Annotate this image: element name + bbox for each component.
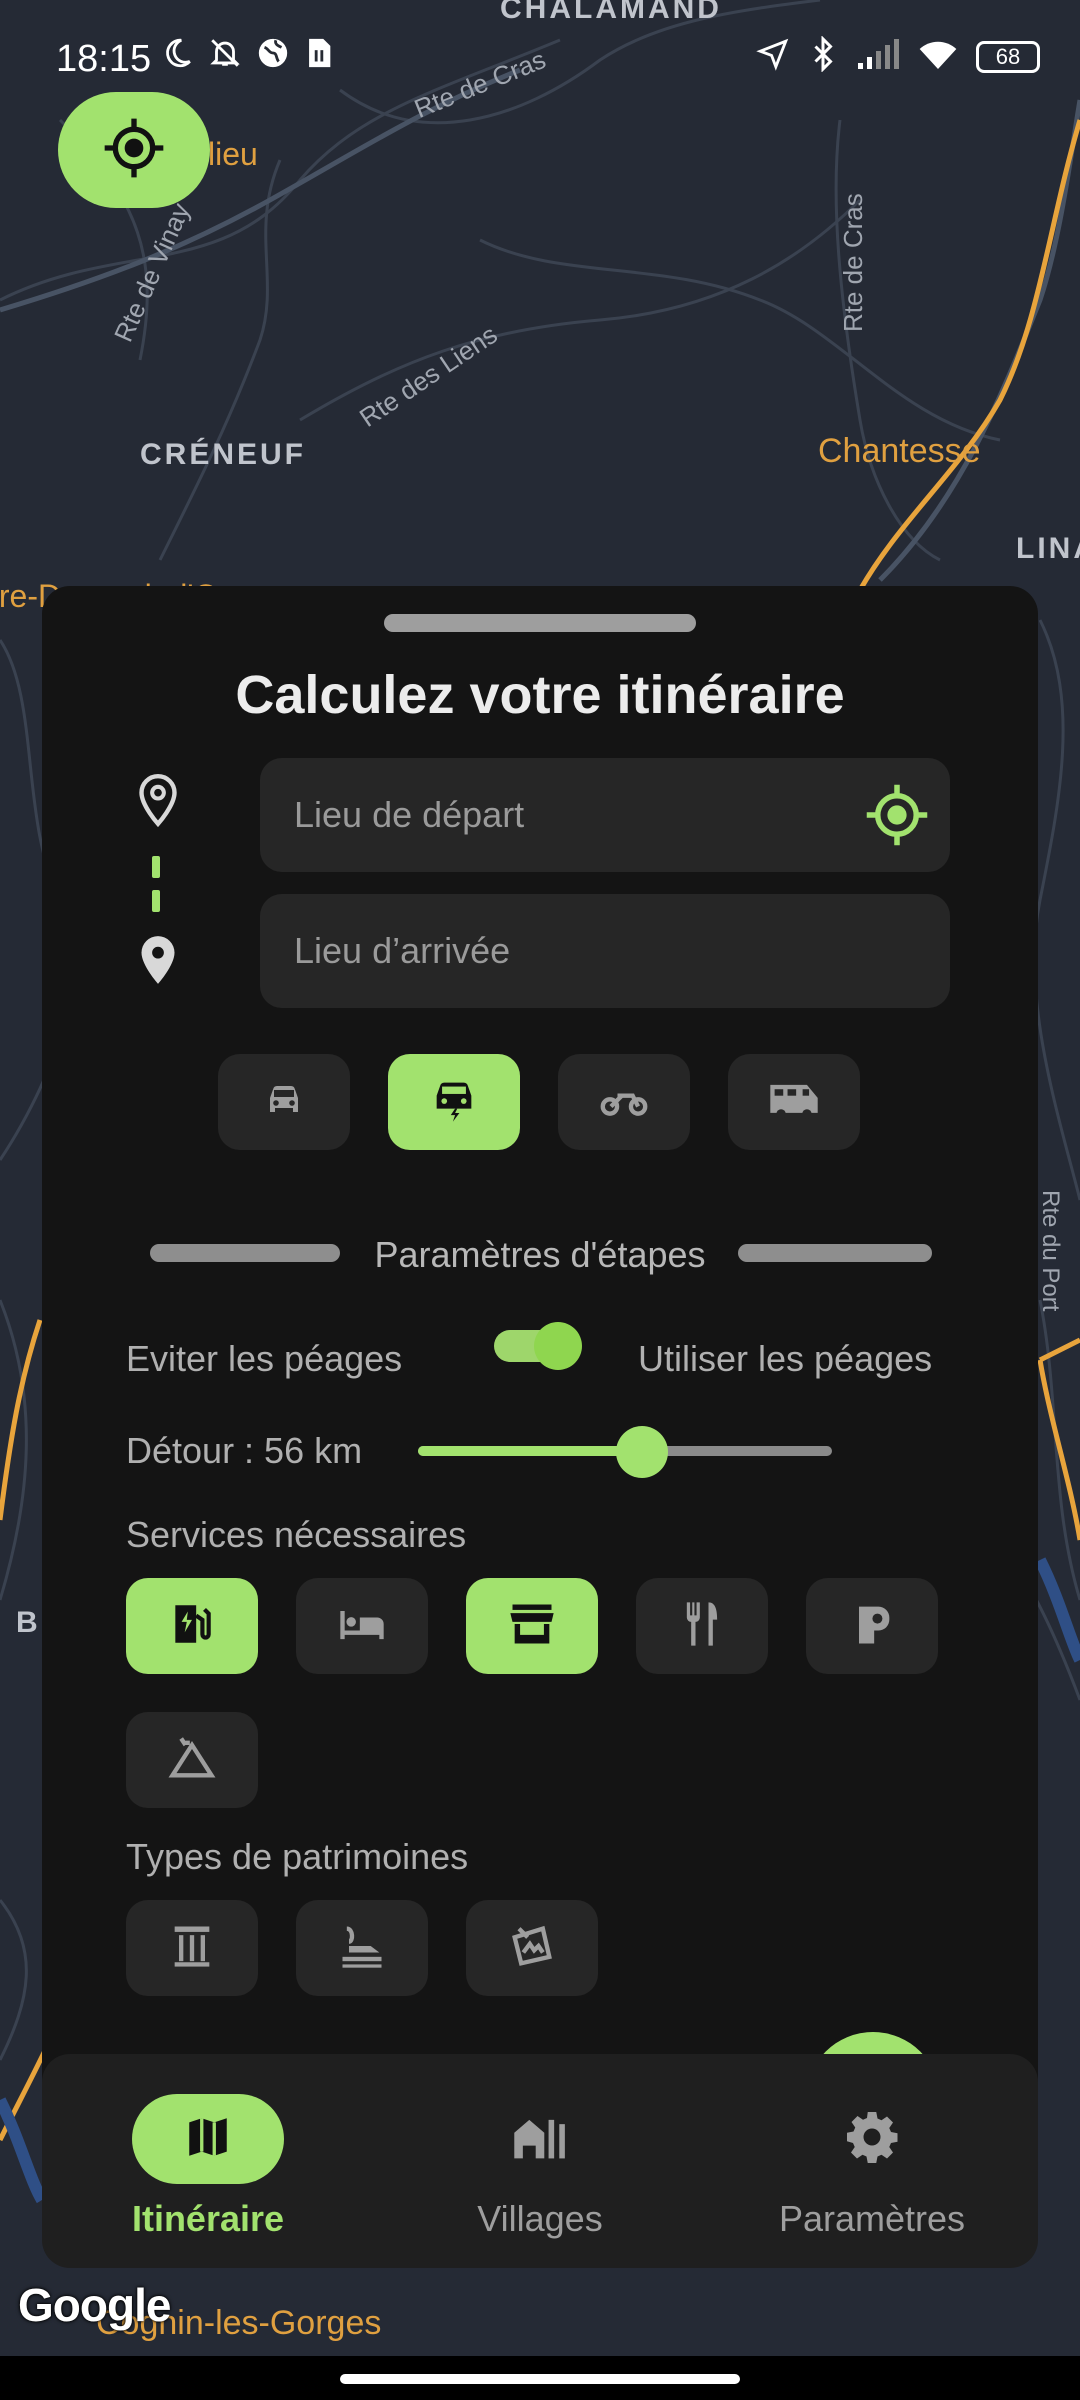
nav-settings[interactable]: Paramètres xyxy=(706,2054,1038,2268)
route-bottom-sheet: Calculez votre itinéraire Lieu de départ… xyxy=(42,586,1038,2106)
map-label-rte-du-port: Rte du Port xyxy=(1037,1190,1064,1312)
service-camping-button[interactable] xyxy=(126,1712,258,1808)
start-location-input[interactable]: Lieu de départ xyxy=(260,758,950,872)
car-icon xyxy=(260,1076,308,1129)
service-fuel-button[interactable] xyxy=(806,1578,938,1674)
map-label-rte-de-cras-2: Rte de Cras xyxy=(838,193,868,332)
nav-itinerary-indicator xyxy=(132,2094,284,2184)
map-label-b: B xyxy=(16,1606,38,1639)
detour-label: Détour : 56 km xyxy=(126,1430,363,1471)
heritage-monument-button[interactable] xyxy=(126,1900,258,1996)
vehicle-camper-van-button[interactable] xyxy=(728,1054,860,1150)
heritage-art-button[interactable] xyxy=(466,1900,598,1996)
service-restaurant-button[interactable] xyxy=(636,1578,768,1674)
nav-villages[interactable]: Villages xyxy=(374,2054,706,2268)
vehicle-electric-car-button[interactable] xyxy=(388,1054,520,1150)
sheet-title: Calculez votre itinéraire xyxy=(235,665,845,725)
nav-settings-label: Paramètres xyxy=(778,2198,966,2239)
status-time: 18:15 xyxy=(56,38,152,80)
home-gesture-bar[interactable] xyxy=(340,2374,740,2384)
toll-toggle[interactable] xyxy=(494,1322,582,1370)
gesture-navigation-area xyxy=(0,2356,1080,2400)
location-arrow-icon xyxy=(756,37,790,76)
vehicle-motorcycle-button[interactable] xyxy=(558,1054,690,1150)
village-buildings-icon xyxy=(510,2110,570,2169)
artwork-frame-icon xyxy=(506,1920,558,1977)
nav-villages-indicator xyxy=(464,2094,616,2184)
signal-icon xyxy=(856,37,900,76)
heritage-museum-button[interactable] xyxy=(296,1900,428,1996)
my-location-button[interactable] xyxy=(58,92,210,208)
nav-settings-indicator xyxy=(796,2094,948,2184)
motorcycle-icon xyxy=(598,1074,650,1131)
nav-itinerary[interactable]: Itinéraire xyxy=(42,2054,374,2268)
hotel-bed-icon xyxy=(336,1598,388,1655)
gps-target-icon xyxy=(102,116,166,185)
route-connector xyxy=(152,856,160,878)
fuel-pump-icon xyxy=(846,1598,898,1655)
nav-villages-label: Villages xyxy=(477,2198,603,2239)
mute-bell-icon xyxy=(208,36,242,75)
use-tolls-label: Utiliser les péages xyxy=(638,1338,933,1379)
google-attribution: Google xyxy=(18,2279,171,2331)
ev-charging-icon xyxy=(167,1599,217,1654)
restaurant-icon xyxy=(676,1598,728,1655)
map-label-lieu: lieu xyxy=(208,136,258,172)
service-hotel-button[interactable] xyxy=(296,1578,428,1674)
camper-van-icon xyxy=(766,1074,822,1131)
sheet-drag-handle[interactable] xyxy=(384,614,696,632)
toll-toggle-thumb xyxy=(534,1322,582,1370)
camping-tent-icon xyxy=(166,1732,218,1789)
detour-slider-fill xyxy=(418,1446,642,1456)
map-icon xyxy=(183,2112,233,2167)
map-label-creneuf: CRÉNEUF xyxy=(140,438,307,471)
map-label-lina: LINA xyxy=(1016,532,1080,565)
start-pin-icon xyxy=(136,772,180,833)
route-connector xyxy=(152,890,160,912)
globe-icon xyxy=(256,36,290,75)
store-icon xyxy=(506,1598,558,1655)
sim-icon xyxy=(304,36,334,75)
heritage-types-label: Types de patrimoines xyxy=(126,1836,469,1877)
destination-input[interactable]: Lieu d’arrivée xyxy=(260,894,950,1008)
destination-pin-icon xyxy=(136,932,180,993)
column-monument-icon xyxy=(166,1920,218,1977)
detour-slider-thumb[interactable] xyxy=(615,1426,668,1478)
battery-indicator: 68 xyxy=(976,40,1040,73)
wifi-icon xyxy=(918,37,958,76)
electric-car-icon xyxy=(428,1074,480,1131)
bluetooth-icon xyxy=(808,35,838,77)
vehicle-car-button[interactable] xyxy=(218,1054,350,1150)
avoid-tolls-label: Eviter les péages xyxy=(126,1338,403,1379)
section-divider-right xyxy=(738,1244,932,1262)
destination-placeholder: Lieu d’arrivée xyxy=(294,930,511,971)
detour-slider[interactable] xyxy=(418,1426,832,1478)
services-label: Services nécessaires xyxy=(126,1514,467,1555)
service-ev-charging-button[interactable] xyxy=(126,1578,258,1674)
use-current-location-icon[interactable] xyxy=(864,782,930,853)
map-label-chantesse: Chantesse xyxy=(818,432,981,470)
moon-icon xyxy=(160,36,194,75)
gear-icon xyxy=(842,2107,902,2172)
bottom-navigation-bar: Itinéraire Villages Paramètres xyxy=(42,2054,1038,2268)
start-location-placeholder: Lieu de départ xyxy=(294,794,525,835)
service-store-button[interactable] xyxy=(466,1578,598,1674)
nav-itinerary-label: Itinéraire xyxy=(131,2198,285,2239)
museum-pedestal-icon xyxy=(336,1920,388,1977)
